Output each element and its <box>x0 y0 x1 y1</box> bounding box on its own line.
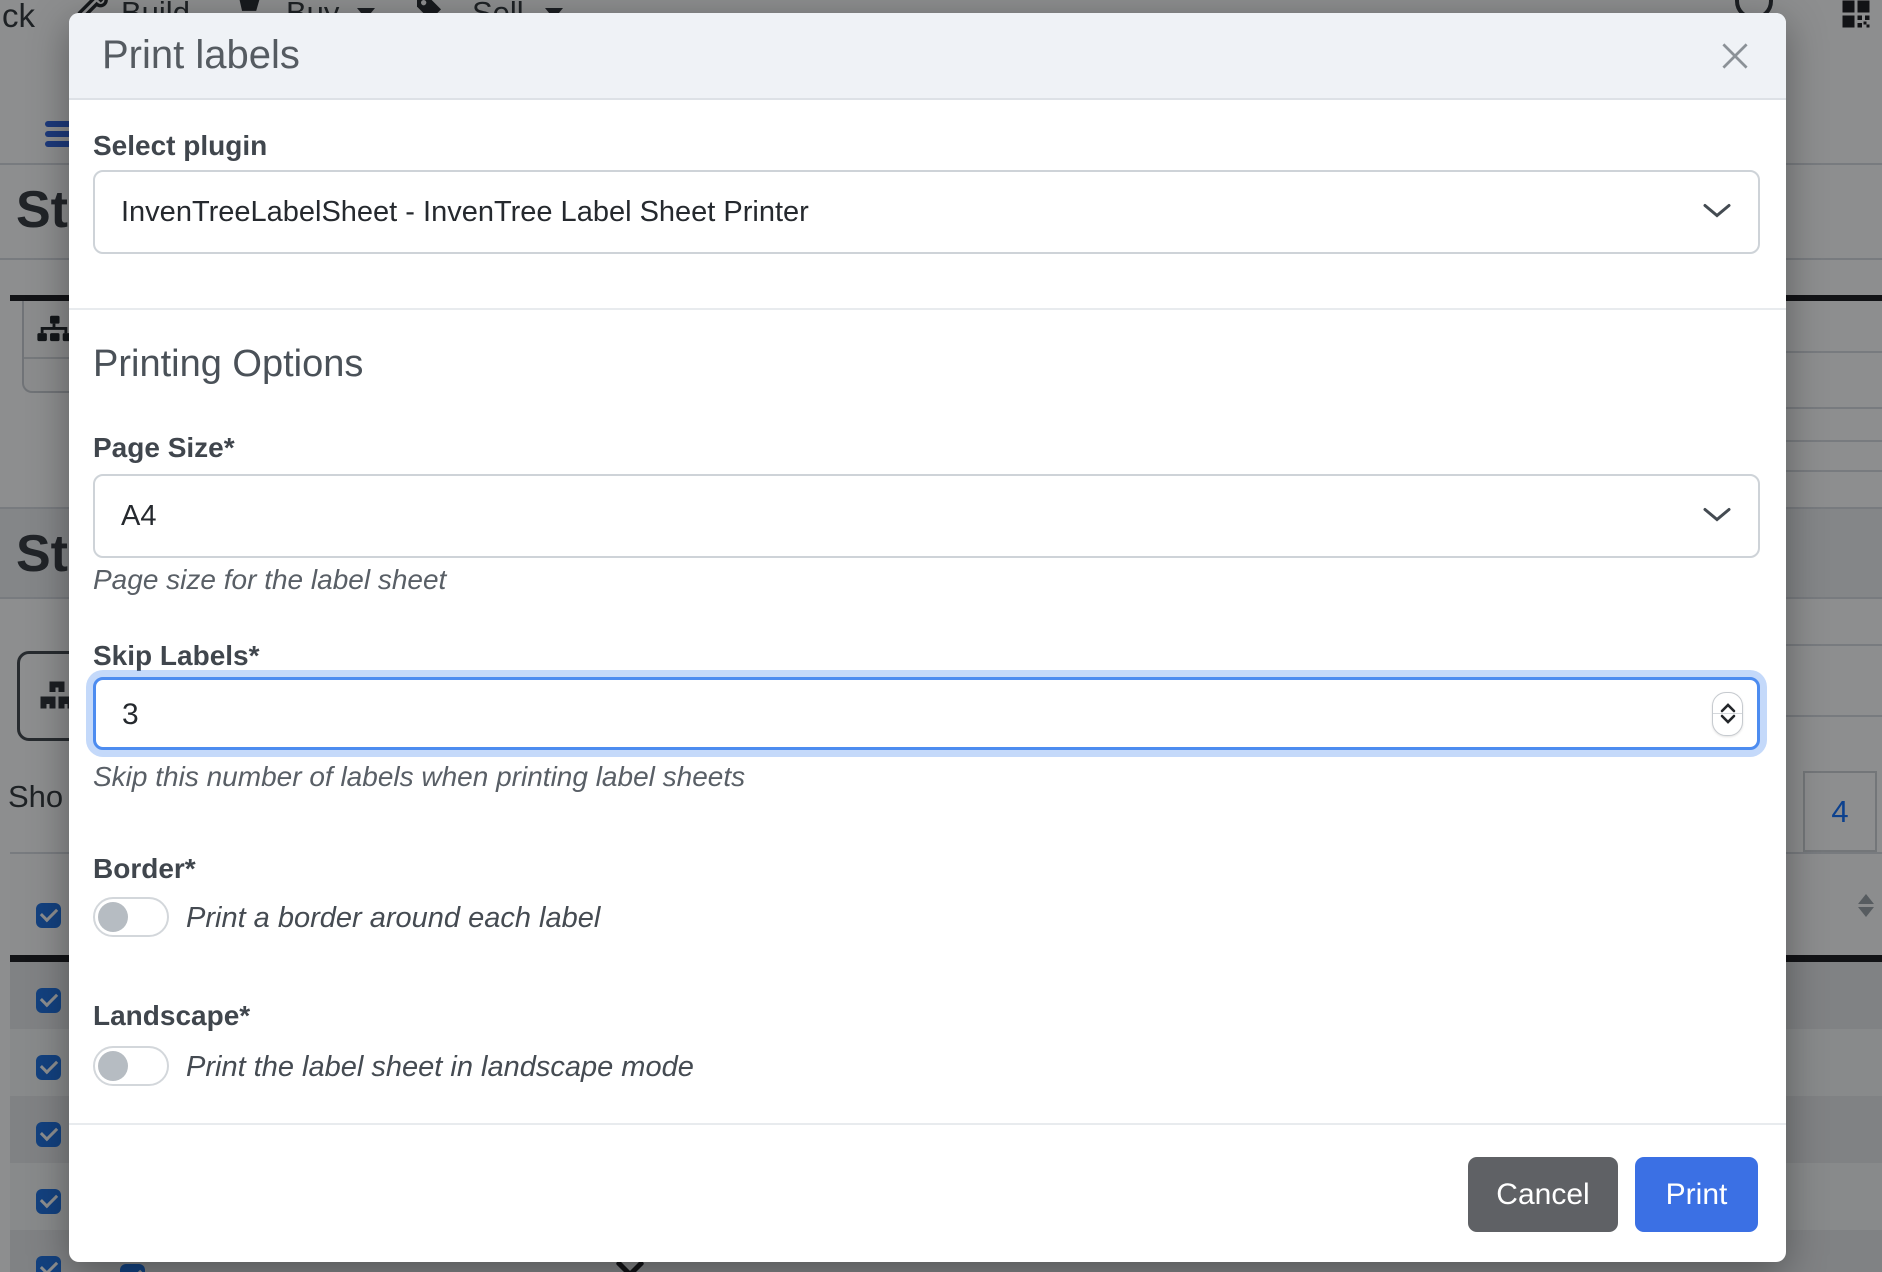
footer-divider <box>69 1123 1786 1125</box>
toggle-knob <box>98 1051 128 1081</box>
border-toggle[interactable] <box>93 897 169 937</box>
landscape-label: Landscape* <box>93 1000 250 1032</box>
plugin-select-value: InvenTreeLabelSheet - InvenTree Label Sh… <box>121 196 809 229</box>
skip-labels-input[interactable] <box>96 680 1536 749</box>
printing-options-title: Printing Options <box>93 343 363 386</box>
chevron-up-icon <box>1720 702 1736 713</box>
page-size-select[interactable]: A4 <box>93 474 1760 558</box>
close-icon[interactable] <box>1716 37 1754 75</box>
screen: ck Build Buy Sell <box>0 0 1882 1272</box>
chevron-down-icon <box>1702 500 1732 533</box>
skip-labels-label: Skip Labels* <box>93 640 260 672</box>
page-size-label: Page Size* <box>93 432 235 464</box>
border-label: Border* <box>93 853 196 885</box>
number-stepper[interactable] <box>1712 692 1743 736</box>
modal-title: Print labels <box>102 33 300 78</box>
print-button-label: Print <box>1666 1178 1728 1212</box>
print-button[interactable]: Print <box>1635 1157 1758 1232</box>
border-toggle-label: Print a border around each label <box>186 902 600 935</box>
print-labels-modal: Print labels Select plugin InvenTreeLabe… <box>69 13 1786 1262</box>
landscape-toggle-label: Print the label sheet in landscape mode <box>186 1051 694 1084</box>
page-size-help: Page size for the label sheet <box>93 564 446 596</box>
modal-header: Print labels <box>69 13 1786 100</box>
skip-labels-input-wrap <box>93 677 1760 750</box>
chevron-down-icon <box>1702 196 1732 229</box>
page-size-value: A4 <box>121 500 156 533</box>
cancel-button[interactable]: Cancel <box>1468 1157 1618 1232</box>
plugin-field-label: Select plugin <box>93 130 267 162</box>
toggle-knob <box>98 902 128 932</box>
section-divider <box>69 308 1786 310</box>
plugin-select[interactable]: InvenTreeLabelSheet - InvenTree Label Sh… <box>93 170 1760 254</box>
landscape-toggle[interactable] <box>93 1046 169 1086</box>
chevron-down-icon <box>1720 714 1736 725</box>
skip-labels-help: Skip this number of labels when printing… <box>93 761 745 793</box>
cancel-button-label: Cancel <box>1496 1178 1589 1212</box>
